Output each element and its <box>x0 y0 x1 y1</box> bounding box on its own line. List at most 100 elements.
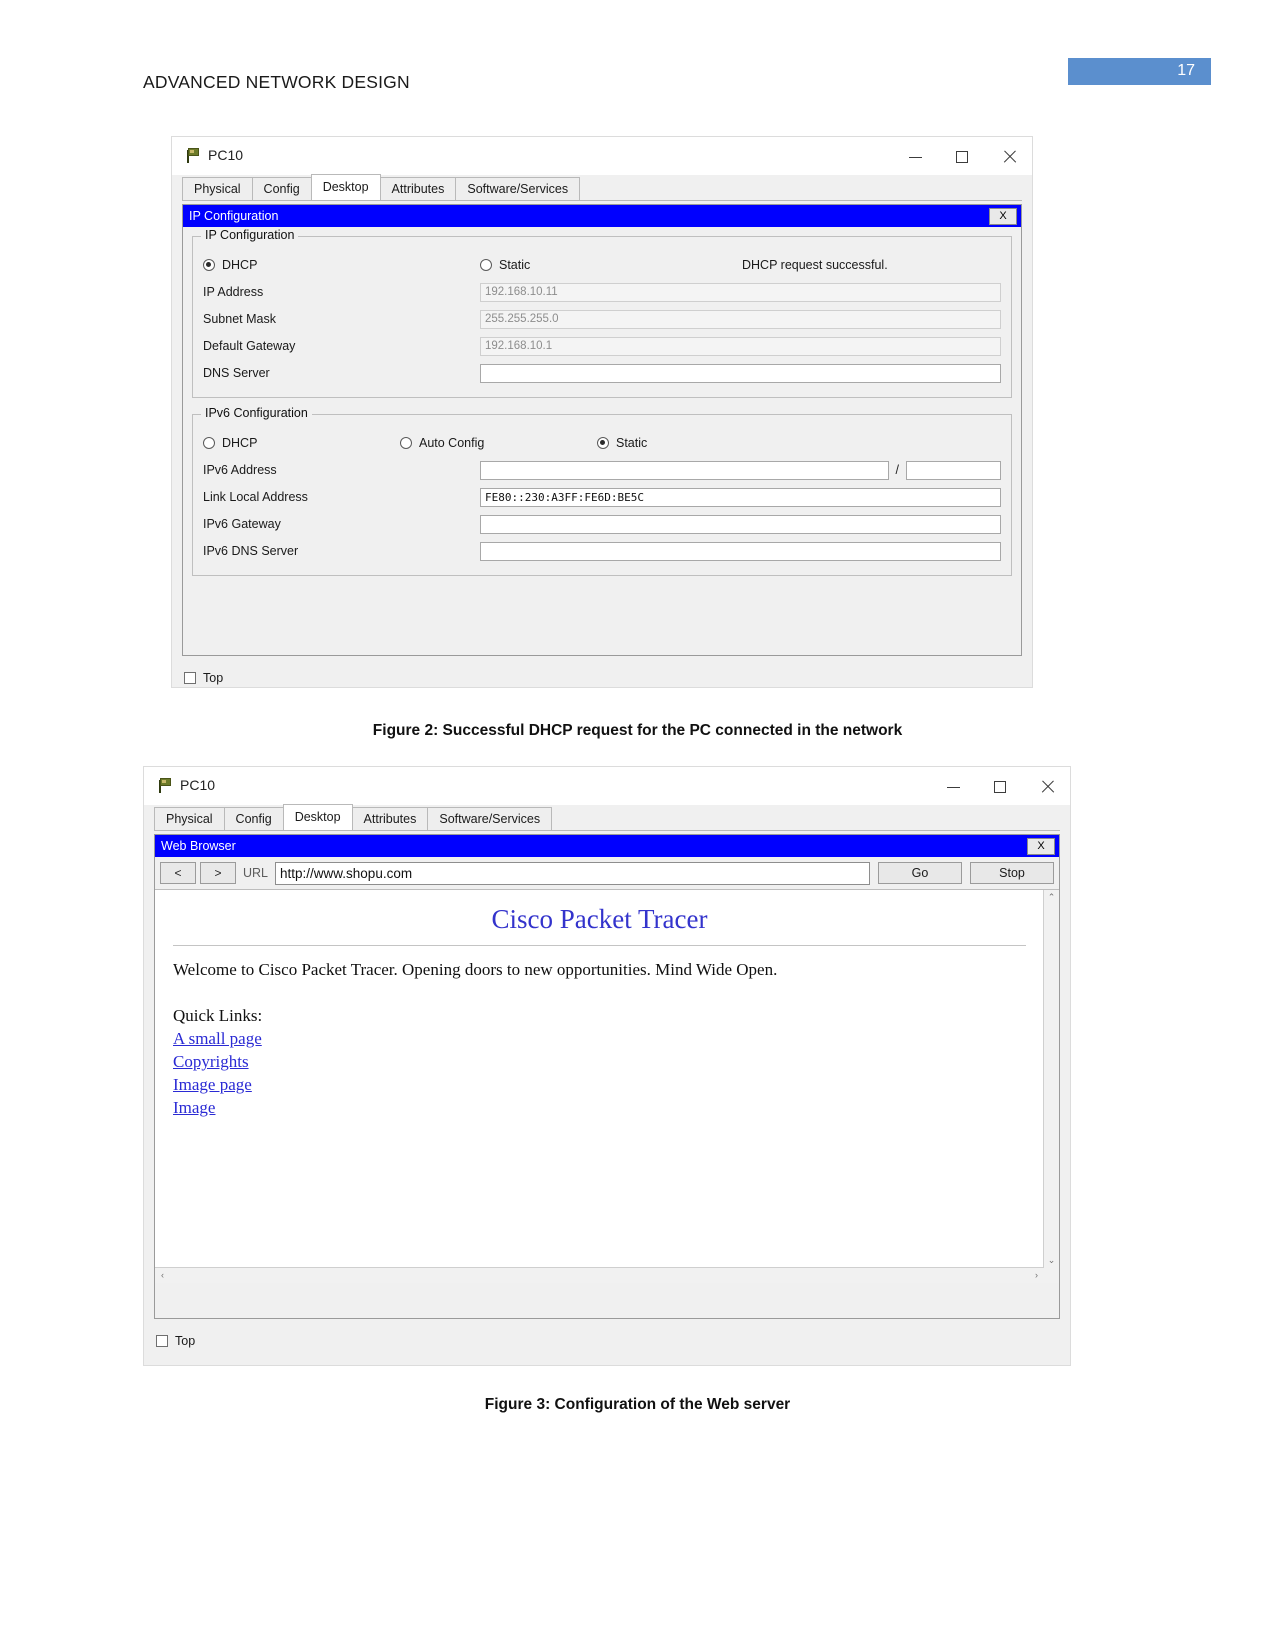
webpage-divider <box>173 945 1026 946</box>
ipv6-static-radio[interactable]: Static <box>597 436 647 450</box>
webpage-heading: Cisco Packet Tracer <box>491 904 708 934</box>
top-checkbox-label: Top <box>175 1334 196 1348</box>
ip-address-label: IP Address <box>203 285 264 299</box>
dns-server-row: DNS Server <box>203 360 1001 386</box>
ipv6-address-input[interactable] <box>480 460 889 480</box>
minimize-icon[interactable] <box>907 148 924 165</box>
ipv6-dns-server-row: IPv6 DNS Server <box>203 538 1001 564</box>
forward-button[interactable]: > <box>200 862 236 884</box>
ipv6-gateway-row: IPv6 Gateway <box>203 511 1001 537</box>
window-titlebar: PC10 <box>172 137 1032 175</box>
link-copyrights[interactable]: Copyrights <box>173 1052 249 1072</box>
tab-software-services[interactable]: Software/Services <box>455 177 581 200</box>
minimize-icon[interactable] <box>945 778 962 795</box>
ipv6-gateway-label: IPv6 Gateway <box>203 517 281 531</box>
ipv6-dhcp-label: DHCP <box>222 436 258 450</box>
ipv6-autoconfig-radio[interactable]: Auto Config <box>400 436 597 450</box>
device-tabs: Physical Config Desktop Attributes Softw… <box>154 804 1060 831</box>
webpage-paragraph: Welcome to Cisco Packet Tracer. Opening … <box>173 960 778 979</box>
pc10-ip-configuration-window: PC10 Physical Config Desktop Attributes … <box>171 136 1033 688</box>
tab-config[interactable]: Config <box>251 177 312 200</box>
ip-address-input[interactable]: 192.168.10.11 <box>480 282 1001 302</box>
ip-address-row: IP Address 192.168.10.11 <box>203 279 1001 305</box>
ip-configuration-title: IP Configuration <box>189 209 279 223</box>
tab-physical[interactable]: Physical <box>182 177 253 200</box>
tab-attributes[interactable]: Attributes <box>351 807 429 830</box>
tab-physical[interactable]: Physical <box>154 807 225 830</box>
browser-toolbar: < > URL http://www.shopu.com Go Stop <box>155 857 1059 889</box>
link-a-small-page[interactable]: A small page <box>173 1029 262 1049</box>
window-title: PC10 <box>180 777 216 793</box>
scroll-up-icon[interactable]: ⌃ <box>1044 890 1059 905</box>
maximize-icon[interactable] <box>992 778 1009 795</box>
link-local-address-row: Link Local Address FE80::230:A3FF:FE6D:B… <box>203 484 1001 510</box>
subnet-mask-label: Subnet Mask <box>203 312 276 326</box>
link-image-page[interactable]: Image page <box>173 1075 252 1095</box>
window-title: PC10 <box>208 147 244 163</box>
scroll-right-icon[interactable]: › <box>1029 1268 1044 1283</box>
link-local-address-label: Link Local Address <box>203 490 308 504</box>
subnet-mask-input[interactable]: 255.255.255.0 <box>480 309 1001 329</box>
packet-tracer-pc-icon <box>186 148 200 163</box>
ipv6-dns-server-input[interactable] <box>480 541 1001 561</box>
figure2-caption: Figure 2: Successful DHCP request for th… <box>372 722 903 739</box>
ipv6-dhcp-radio[interactable]: DHCP <box>203 436 400 450</box>
tab-config[interactable]: Config <box>223 807 284 830</box>
maximize-icon[interactable] <box>954 148 971 165</box>
link-image[interactable]: Image <box>173 1098 215 1118</box>
ipv6-prefix-input[interactable] <box>906 460 1001 480</box>
quick-links-label: Quick Links: <box>173 1006 263 1025</box>
url-input[interactable]: http://www.shopu.com <box>275 861 870 885</box>
scrollbar-corner <box>1044 1268 1059 1283</box>
figure3-caption: Figure 3: Configuration of the Web serve… <box>484 1396 791 1413</box>
top-checkbox[interactable] <box>184 672 196 684</box>
window-footer: Top <box>172 662 1032 694</box>
top-checkbox-label: Top <box>203 671 224 685</box>
back-button[interactable]: < <box>160 862 196 884</box>
web-browser-titlebar: Web Browser X <box>155 835 1059 857</box>
window-controls <box>907 137 1018 175</box>
ipv6-dns-server-label: IPv6 DNS Server <box>203 544 299 558</box>
tab-desktop[interactable]: Desktop <box>310 174 381 200</box>
window-footer: Top <box>144 1325 1070 1357</box>
ip-configuration-close-button[interactable]: X <box>989 208 1017 225</box>
web-browser-title: Web Browser <box>161 839 236 853</box>
page-number-badge: 17 <box>1068 58 1211 85</box>
packet-tracer-pc-icon <box>158 778 172 793</box>
dns-server-label: DNS Server <box>203 366 270 380</box>
go-button[interactable]: Go <box>878 862 962 884</box>
default-gateway-row: Default Gateway 192.168.10.1 <box>203 333 1001 359</box>
web-browser-close-button[interactable]: X <box>1027 838 1055 855</box>
rendered-webpage: Cisco Packet Tracer Welcome to Cisco Pac… <box>155 890 1044 1268</box>
document-title: ADVANCED NETWORK DESIGN <box>143 72 410 92</box>
default-gateway-label: Default Gateway <box>203 339 296 353</box>
close-icon[interactable] <box>1001 148 1018 165</box>
link-local-address-input[interactable]: FE80::230:A3FF:FE6D:BE5C <box>480 487 1001 507</box>
ipv6-address-row: IPv6 Address / <box>203 457 1001 483</box>
ipv6-gateway-input[interactable] <box>480 514 1001 534</box>
ipv4-static-radio[interactable]: Static <box>480 258 742 272</box>
top-checkbox[interactable] <box>156 1335 168 1347</box>
dhcp-status-text: DHCP request successful. <box>742 258 888 272</box>
ipv6-static-label: Static <box>616 436 648 450</box>
dns-server-input[interactable] <box>480 363 1001 383</box>
browser-viewport: Cisco Packet Tracer Welcome to Cisco Pac… <box>155 889 1059 1283</box>
tab-software-services[interactable]: Software/Services <box>427 807 553 830</box>
close-icon[interactable] <box>1039 778 1056 795</box>
ipv6-autoconfig-label: Auto Config <box>419 436 485 450</box>
url-label: URL <box>243 866 269 880</box>
scroll-left-icon[interactable]: ‹ <box>155 1268 170 1283</box>
tab-attributes[interactable]: Attributes <box>379 177 457 200</box>
default-gateway-input[interactable]: 192.168.10.1 <box>480 336 1001 356</box>
device-tabs: Physical Config Desktop Attributes Softw… <box>182 174 1022 201</box>
scroll-down-icon[interactable]: ⌄ <box>1044 1253 1059 1268</box>
tab-desktop[interactable]: Desktop <box>282 804 353 830</box>
horizontal-scrollbar[interactable]: ‹ › <box>155 1267 1044 1283</box>
radio-empty-icon <box>400 437 412 449</box>
ipv6-configuration-group: IPv6 Configuration DHCP Auto Config Stat… <box>192 406 1012 576</box>
vertical-scrollbar[interactable]: ⌃ ⌄ <box>1043 890 1059 1268</box>
radio-empty-icon <box>203 437 215 449</box>
ipv4-dhcp-radio[interactable]: DHCP <box>203 258 480 272</box>
stop-button[interactable]: Stop <box>970 862 1054 884</box>
ipv4-mode-row: DHCP Static DHCP request successful. <box>203 251 1001 279</box>
